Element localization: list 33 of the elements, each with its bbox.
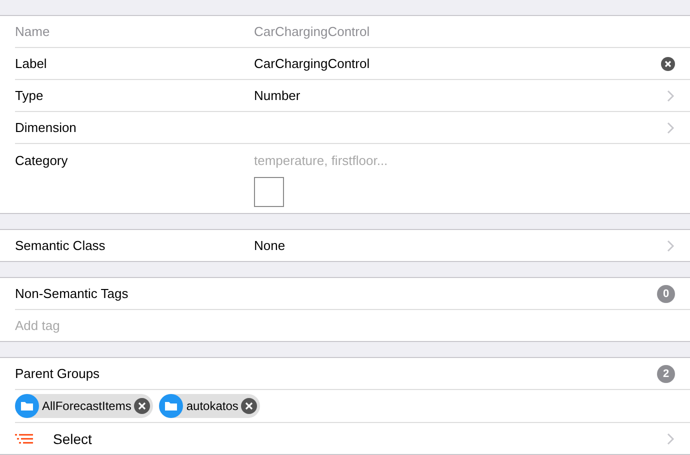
group-chip[interactable]: autokatos (159, 394, 260, 418)
list-icon (15, 432, 33, 444)
count-badge: 2 (657, 364, 675, 382)
folder-icon (159, 394, 184, 418)
chevron-icon (666, 88, 675, 102)
field-label: Category (15, 153, 69, 168)
clear-icon[interactable] (661, 56, 675, 70)
list-item[interactable]: Type Number (15, 80, 690, 112)
field-label: Name (15, 24, 51, 39)
field-value: None (254, 238, 286, 253)
select-item[interactable]: Select (0, 423, 690, 454)
remove-icon[interactable] (241, 398, 258, 414)
count-badge: 0 (657, 284, 675, 302)
select-label: Select (52, 430, 93, 446)
icon-preview (254, 177, 284, 207)
list-item[interactable]: Dimension (15, 112, 690, 144)
field-value: Number (254, 88, 302, 103)
field-label: Type (15, 88, 44, 103)
field-value: CarChargingControl (254, 24, 371, 39)
chip-label: autokatos (186, 399, 238, 413)
chip-label: AllForecastItems (42, 399, 132, 413)
chevron-icon (666, 238, 675, 252)
field-label: Dimension (15, 120, 78, 135)
chevron-icon (666, 432, 675, 446)
folder-icon (15, 394, 39, 418)
field-label: Semantic Class (15, 238, 106, 253)
chevron-icon (666, 120, 675, 134)
section-title: Non-Semantic Tags (15, 286, 130, 301)
section-title: Parent Groups (15, 366, 101, 381)
remove-icon[interactable] (134, 398, 150, 414)
group-chip[interactable]: AllForecastItems (15, 394, 154, 418)
label-field[interactable]: CarChargingControl (254, 56, 661, 71)
field-label: Label (15, 56, 48, 71)
